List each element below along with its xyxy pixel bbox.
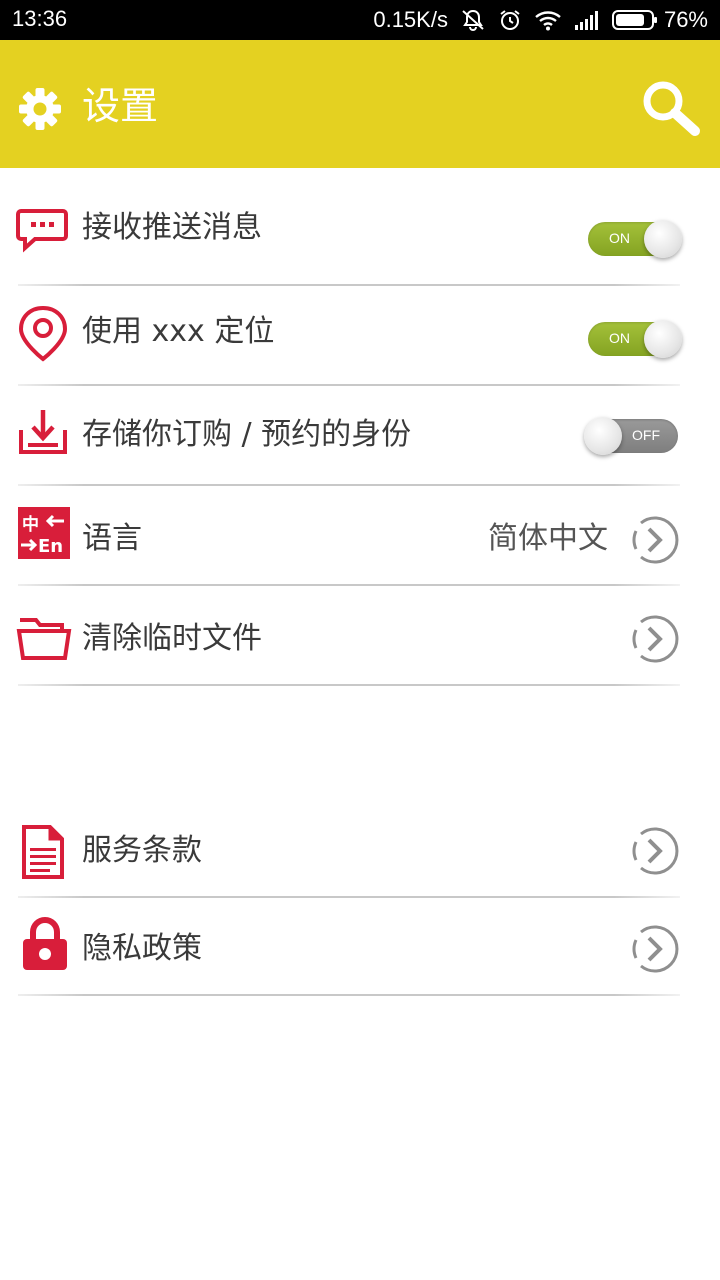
legal-row-terms[interactable]: 服务条款 xyxy=(0,798,720,898)
toggle-state: OFF xyxy=(632,427,660,443)
setting-row-push[interactable]: 接收推送消息 ON xyxy=(0,178,720,278)
network-speed: 0.15K/s xyxy=(373,7,448,32)
setting-label: 使用 xxx 定位 xyxy=(82,314,275,349)
wifi-icon xyxy=(535,11,561,31)
gear-icon xyxy=(18,87,62,135)
status-time: 13:36 xyxy=(12,6,68,31)
store-identity-toggle[interactable]: OFF xyxy=(584,417,678,455)
chevron-right-icon[interactable] xyxy=(627,613,679,665)
chevron-right-icon[interactable] xyxy=(627,514,679,566)
mute-bell-icon xyxy=(462,9,484,32)
search-icon[interactable] xyxy=(640,78,704,138)
toggle-state: ON xyxy=(609,230,630,246)
document-icon xyxy=(20,824,74,879)
setting-row-location[interactable]: 使用 xxx 定位 ON xyxy=(0,286,720,386)
status-icons: 0.15K/s 76% xyxy=(373,6,708,34)
battery-icon xyxy=(611,10,657,30)
setting-label: 语言 xyxy=(82,521,142,556)
app-bar: 设置 xyxy=(0,40,720,168)
toggle-knob xyxy=(584,417,622,455)
toggle-knob xyxy=(644,320,682,358)
legal-label: 隐私政策 xyxy=(82,931,202,966)
setting-label: 清除临时文件 xyxy=(82,621,262,656)
divider xyxy=(18,684,680,686)
setting-row-store-identity[interactable]: 存储你订购 / 预约的身份 OFF xyxy=(0,386,720,486)
battery-indicator: 76% xyxy=(611,7,708,33)
folder-icon xyxy=(16,612,72,666)
location-pin-icon xyxy=(16,304,70,362)
chevron-right-icon[interactable] xyxy=(627,825,679,877)
lock-icon xyxy=(22,916,76,970)
translate-icon-bottom-text: En xyxy=(38,536,63,557)
legal-row-privacy[interactable]: 隐私政策 xyxy=(0,898,720,998)
translate-icon-top-text: 中 xyxy=(22,514,39,535)
setting-label: 接收推送消息 xyxy=(82,210,262,245)
toggle-knob xyxy=(644,220,682,258)
language-value: 简体中文 xyxy=(488,521,608,556)
setting-row-language[interactable]: 中 En 语言 简体中文 xyxy=(0,486,720,586)
push-toggle[interactable]: ON xyxy=(588,220,682,258)
translate-icon: 中 En xyxy=(18,507,70,559)
divider xyxy=(18,994,680,996)
message-icon xyxy=(16,203,70,257)
setting-row-clear-temp[interactable]: 清除临时文件 xyxy=(0,586,720,686)
alarm-icon xyxy=(500,10,520,30)
status-bar: 13:36 0.15K/s 76% xyxy=(0,0,720,40)
page-title: 设置 xyxy=(82,84,159,128)
location-toggle[interactable]: ON xyxy=(588,320,682,358)
signal-icon xyxy=(574,11,598,30)
setting-label: 存储你订购 / 预约的身份 xyxy=(82,417,412,452)
toggle-state: ON xyxy=(609,330,630,346)
chevron-right-icon[interactable] xyxy=(627,923,679,975)
legal-label: 服务条款 xyxy=(82,833,202,868)
battery-percent: 76% xyxy=(663,7,708,32)
download-tray-icon xyxy=(16,406,70,460)
